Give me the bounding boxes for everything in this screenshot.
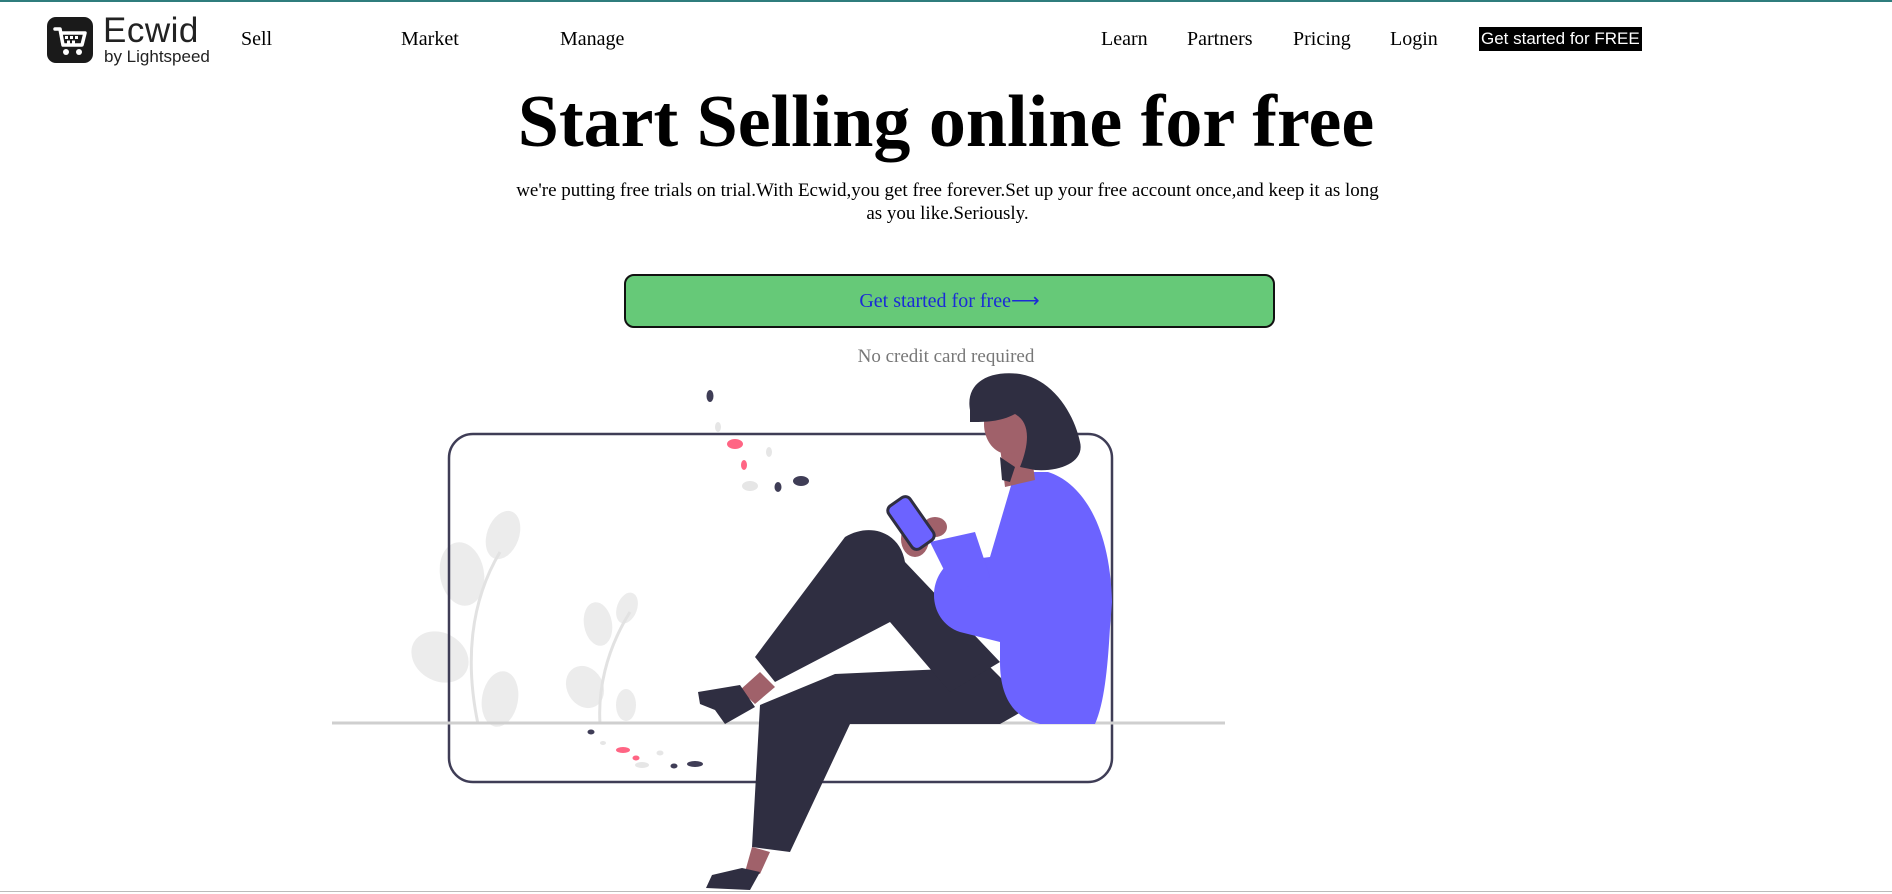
nav-pricing[interactable]: Pricing bbox=[1293, 27, 1351, 51]
nav-manage[interactable]: Manage bbox=[560, 27, 624, 51]
plant-illustration bbox=[411, 510, 638, 727]
woman-figure bbox=[698, 373, 1112, 890]
woman-with-phone-illustration bbox=[332, 373, 1225, 890]
brand-tagline: by Lightspeed bbox=[104, 47, 210, 66]
no-credit-card-note: No credit card required bbox=[857, 346, 1035, 367]
ecwid-logo[interactable]: Ecwid by Lightspeed bbox=[47, 11, 217, 67]
nav-partners[interactable]: Partners bbox=[1187, 27, 1253, 51]
nav-sell[interactable]: Sell bbox=[241, 27, 272, 51]
shopping-cart-icon bbox=[47, 17, 93, 63]
hero-subtitle: we're putting free trials on trial.With … bbox=[516, 180, 1379, 224]
nav-learn[interactable]: Learn bbox=[1101, 27, 1148, 51]
get-started-header-button[interactable]: Get started for FREE bbox=[1479, 27, 1642, 51]
nav-market[interactable]: Market bbox=[401, 27, 459, 51]
brand-name: Ecwid bbox=[103, 11, 199, 50]
hero-headline: Start Selling online for free bbox=[517, 81, 1375, 163]
nav-login[interactable]: Login bbox=[1390, 27, 1438, 51]
get-started-button[interactable]: Get started for free⟶ bbox=[624, 274, 1275, 328]
